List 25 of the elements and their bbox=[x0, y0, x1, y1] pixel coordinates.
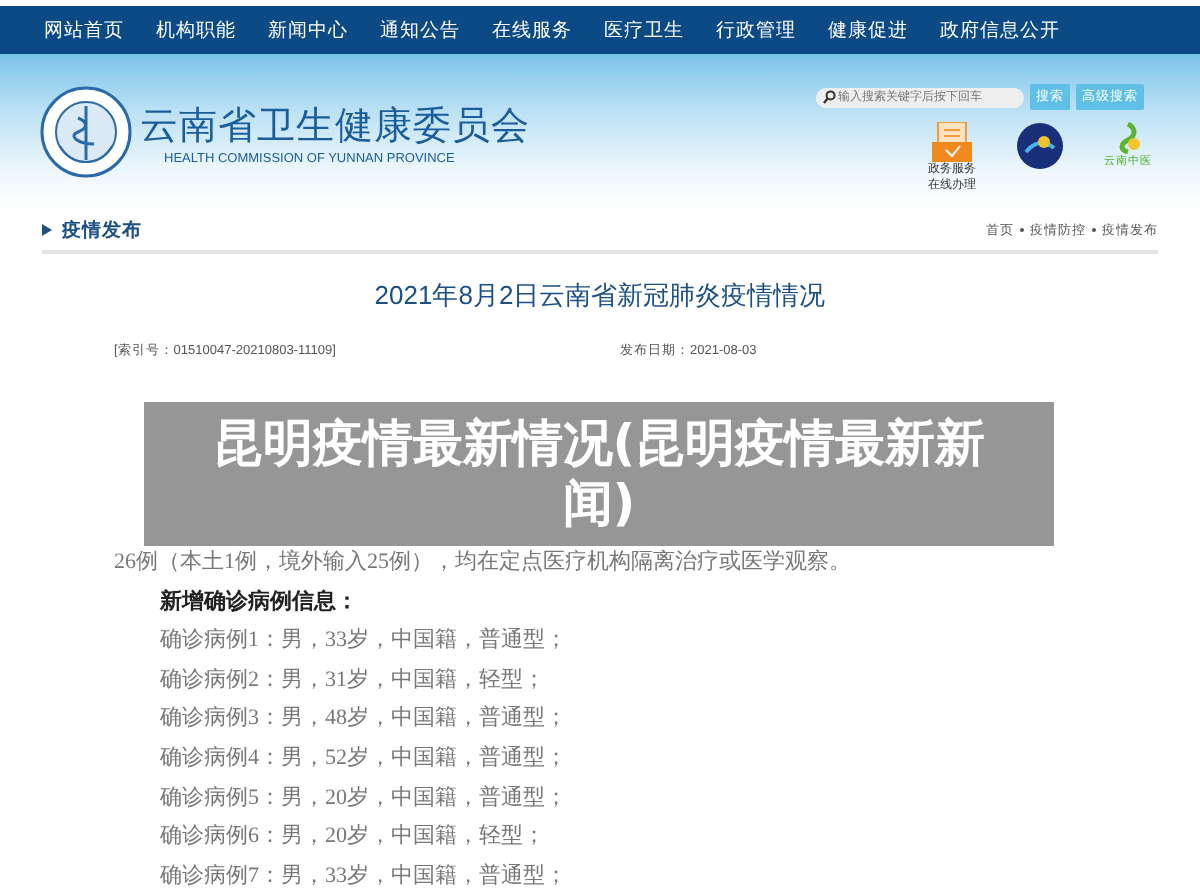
paragraph-line: 确诊病例5：男，20岁，中国籍，普通型； bbox=[158, 783, 569, 814]
nav-link[interactable]: 健康促进 bbox=[828, 17, 940, 43]
nav-link[interactable]: 在线服务 bbox=[492, 17, 604, 43]
nav-link[interactable]: 网站首页 bbox=[44, 17, 156, 43]
article-title: 2021年8月2日云南省新冠肺炎疫情情况 bbox=[372, 278, 828, 314]
nav-link[interactable]: 新闻中心 bbox=[268, 17, 380, 43]
nav-link[interactable]: 医疗卫生 bbox=[604, 17, 716, 43]
nav-link[interactable]: 机构职能 bbox=[156, 17, 268, 43]
nav-link[interactable]: 通知公告 bbox=[380, 17, 492, 43]
nav-link[interactable]: 行政管理 bbox=[716, 17, 828, 43]
paragraph-line: 确诊病例1：男，33岁，中国籍，普通型； bbox=[158, 625, 569, 657]
round-logo-icon[interactable] bbox=[1016, 122, 1064, 170]
paragraph-line: 26例（本土1例，境外输入25例），均在定点医疗机构隔离治疗或医学观察。 bbox=[114, 547, 853, 578]
emblem-logo-icon bbox=[40, 86, 132, 178]
triangle-icon bbox=[42, 224, 52, 236]
banner-title: 昆明疫情最新情况(昆明疫情最新新闻) bbox=[210, 414, 988, 534]
paragraph-line: 确诊病例3：男，48岁，中国籍，普通型； bbox=[158, 703, 569, 735]
paragraph-line: 确诊病例4：男，52岁，中国籍，普通型； bbox=[158, 743, 569, 774]
paragraph-line: 确诊病例2：男，31岁，中国籍，轻型； bbox=[158, 665, 547, 696]
paragraph-line: 确诊病例7：男，33岁，中国籍，普通型； bbox=[158, 861, 569, 892]
section-title: 疫情发布 bbox=[62, 217, 142, 243]
section-heading: 新增确诊病例信息： bbox=[158, 587, 360, 618]
document-icon[interactable] bbox=[930, 122, 974, 162]
site-title: 云南省卫生健康委员会 bbox=[140, 103, 530, 151]
paragraph-line: 确诊病例6：男，20岁，中国籍，轻型； bbox=[158, 822, 547, 853]
